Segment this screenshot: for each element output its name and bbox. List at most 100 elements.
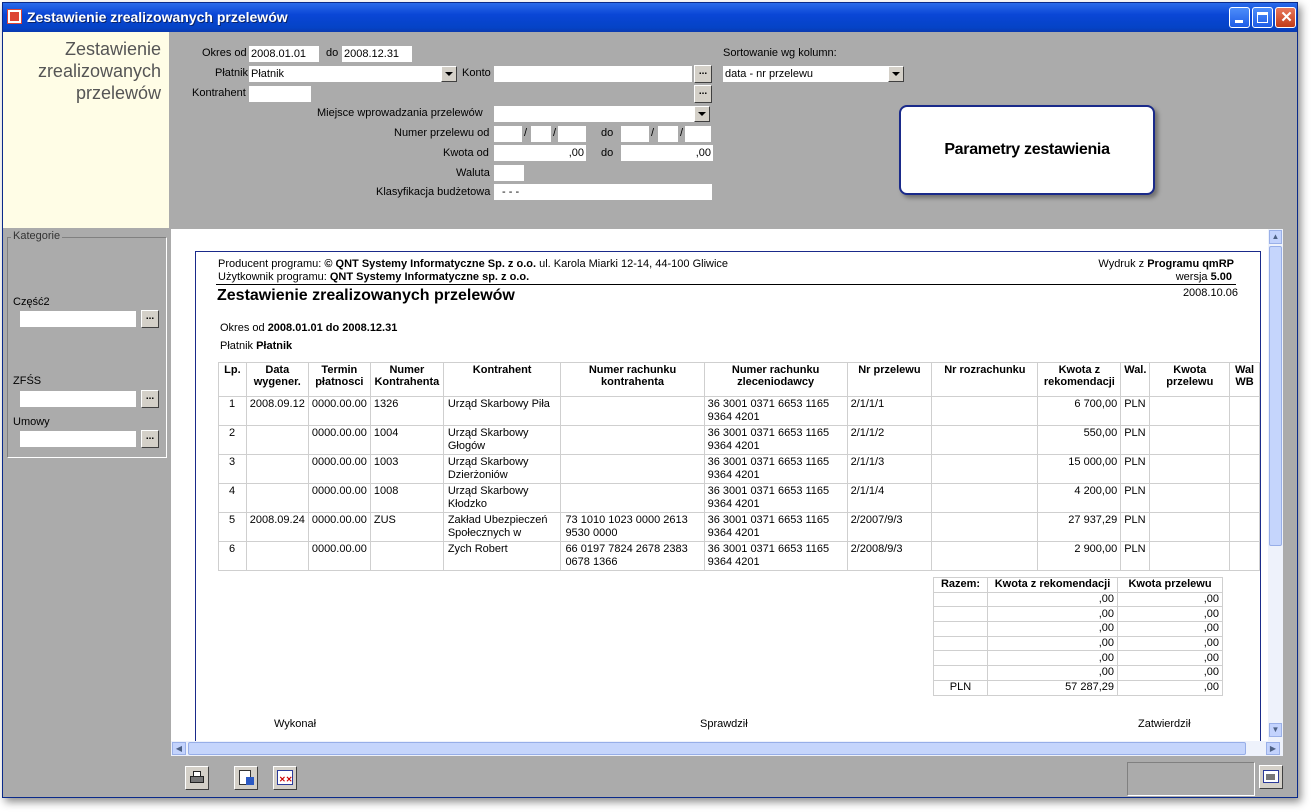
summary-row: ,00,00 bbox=[933, 635, 1223, 652]
cell-rach-z: 36 3001 0371 6653 1165 9364 4201 bbox=[703, 483, 848, 513]
konto-input[interactable] bbox=[494, 66, 692, 82]
umowy-browse-button[interactable]: ... bbox=[141, 430, 159, 448]
cell-lp: 3 bbox=[218, 454, 247, 484]
czesc2-browse-button[interactable]: ... bbox=[141, 310, 159, 328]
header-divider bbox=[216, 284, 1236, 285]
platnik-value: Płatnik bbox=[256, 340, 293, 352]
numer-od-part2[interactable] bbox=[531, 126, 551, 142]
miejsce-dropdown-button[interactable] bbox=[694, 106, 710, 122]
horizontal-scrollbar[interactable]: ◀ ▶ bbox=[171, 741, 1283, 756]
cell-data: 2008.09.12 bbox=[245, 396, 309, 426]
summary-cell: ,00 bbox=[1117, 650, 1223, 667]
summary-column-header: Kwota przelewu bbox=[1117, 577, 1223, 593]
cell-kontrahent: Urząd Skarbowy Kłodzko bbox=[442, 483, 562, 513]
miejsce-select[interactable] bbox=[494, 106, 710, 122]
cell-kwota: 6 700,00 bbox=[1037, 396, 1122, 426]
maximize-button[interactable] bbox=[1252, 7, 1273, 28]
cell-kwota-p bbox=[1149, 483, 1231, 513]
okres-value: 2008.01.01 do 2008.12.31 bbox=[267, 322, 398, 334]
cell-rach-k: 66 0197 7824 2678 2383 0678 1366 bbox=[560, 541, 705, 571]
numer-do-part1[interactable] bbox=[621, 126, 649, 142]
parametry-zestawienia-button[interactable]: Parametry zestawienia bbox=[899, 105, 1155, 195]
kontrahent-browse-button[interactable]: ... bbox=[694, 85, 712, 103]
platnik-dropdown-button[interactable] bbox=[441, 66, 457, 82]
client-area: Zestawienie zrealizowanych przelewów Okr… bbox=[3, 32, 1297, 797]
report-preview[interactable]: Producent programu: © QNT Systemy Inform… bbox=[171, 229, 1283, 741]
umowy-input[interactable] bbox=[20, 431, 136, 447]
cell-walwb bbox=[1229, 512, 1260, 542]
summary-cell: ,00 bbox=[1117, 665, 1223, 681]
export-icon[interactable] bbox=[234, 766, 258, 790]
sign-sprawdzil: Sprawdził bbox=[700, 718, 748, 730]
miejsce-label: Miejsce wprowadzania przelewów bbox=[317, 107, 483, 119]
konto-browse-button[interactable]: ... bbox=[694, 65, 712, 83]
close-button[interactable]: ✕ bbox=[1275, 7, 1296, 28]
scroll-down-button[interactable]: ▼ bbox=[1269, 723, 1282, 737]
column-header: Wal. bbox=[1120, 362, 1151, 397]
cell-rach-z: 36 3001 0371 6653 1165 9364 4201 bbox=[703, 425, 848, 455]
column-header: Termin płatnosci bbox=[307, 362, 371, 397]
report-page: Producent programu: © QNT Systemy Inform… bbox=[195, 251, 1261, 741]
summary-row: ,00,00 bbox=[933, 665, 1223, 681]
summary-header-row: Razem: Kwota z rekomendacji Kwota przelewu bbox=[933, 577, 1223, 593]
close-report-icon[interactable]: ✕✕ bbox=[273, 766, 297, 790]
summary-cell: ,00 bbox=[987, 635, 1118, 652]
horizontal-scroll-thumb[interactable] bbox=[188, 742, 1246, 755]
vertical-scroll-thumb[interactable] bbox=[1269, 246, 1282, 546]
sortowanie-dropdown-button[interactable] bbox=[888, 66, 904, 82]
column-header: Kontrahent bbox=[442, 362, 562, 397]
cell-rozr bbox=[931, 425, 1039, 455]
kontrahent-input[interactable] bbox=[249, 86, 311, 102]
zfss-input[interactable] bbox=[20, 391, 136, 407]
czesc2-label: Część2 bbox=[13, 296, 50, 308]
cell-termin: 0000.00.00 bbox=[307, 454, 371, 484]
waluta-input[interactable] bbox=[494, 165, 524, 181]
printer-icon[interactable] bbox=[185, 766, 209, 790]
numer-do-label: do bbox=[601, 127, 614, 139]
platnik-select[interactable]: Płatnik bbox=[249, 66, 457, 82]
summary-row: ,00,00 bbox=[933, 621, 1223, 637]
cell-rozr bbox=[931, 512, 1039, 542]
platnik-label: Płatnik bbox=[220, 340, 257, 352]
scroll-right-button[interactable]: ▶ bbox=[1266, 742, 1280, 755]
cell-nr: 2/1/1/2 bbox=[846, 425, 933, 455]
column-header: Wal WB bbox=[1229, 362, 1260, 397]
scroll-left-button[interactable]: ◀ bbox=[172, 742, 186, 755]
slash: / bbox=[553, 127, 557, 139]
cell-termin: 0000.00.00 bbox=[307, 541, 371, 571]
cell-termin: 0000.00.00 bbox=[307, 396, 371, 426]
zfss-browse-button[interactable]: ... bbox=[141, 390, 159, 408]
numer-od-part1[interactable] bbox=[494, 126, 522, 142]
summary-cell: ,00 bbox=[987, 665, 1118, 681]
status-panel bbox=[1127, 762, 1255, 796]
cell-lp: 2 bbox=[218, 425, 247, 455]
cell-nr: 2/2007/9/3 bbox=[846, 512, 933, 542]
kwota-od-input[interactable]: ,00 bbox=[494, 145, 586, 161]
cell-wal: PLN bbox=[1120, 541, 1151, 571]
klasyfikacja-input[interactable]: - - - bbox=[494, 184, 712, 200]
minimize-button[interactable] bbox=[1229, 7, 1250, 28]
cell-nr: 2/1/1/4 bbox=[846, 483, 933, 513]
cell-rozr bbox=[931, 483, 1039, 513]
czesc2-input[interactable] bbox=[20, 311, 136, 327]
cell-kwota: 550,00 bbox=[1037, 425, 1122, 455]
scroll-up-button[interactable]: ▲ bbox=[1269, 230, 1282, 244]
cell-wal: PLN bbox=[1120, 425, 1151, 455]
printout-program: Programu qmRP bbox=[1147, 258, 1234, 270]
okres-od-input[interactable]: 2008.01.01 bbox=[249, 46, 319, 62]
summary-cell: ,00 bbox=[987, 591, 1118, 608]
numer-do-part3[interactable] bbox=[685, 126, 711, 142]
table-row: 1 2008.09.12 0000.00.00 1326 Urząd Skarbowy … bbox=[218, 396, 1260, 426]
summary-cell: ,00 bbox=[987, 650, 1118, 667]
numer-od-part3[interactable] bbox=[558, 126, 586, 142]
okres-do-input[interactable]: 2008.12.31 bbox=[342, 46, 412, 62]
sortowanie-select[interactable]: data - nr przelewu bbox=[723, 66, 904, 82]
numer-do-part2[interactable] bbox=[658, 126, 678, 142]
vertical-scrollbar[interactable]: ▲ ▼ bbox=[1268, 229, 1283, 741]
window-icon[interactable] bbox=[1259, 765, 1283, 789]
cell-data: 2008.09.24 bbox=[245, 512, 309, 542]
kwota-do-input[interactable]: ,00 bbox=[621, 145, 713, 161]
column-header: Kwota przelewu bbox=[1149, 362, 1231, 397]
cell-data bbox=[245, 541, 309, 571]
kwota-od-label: Kwota od bbox=[443, 147, 489, 159]
